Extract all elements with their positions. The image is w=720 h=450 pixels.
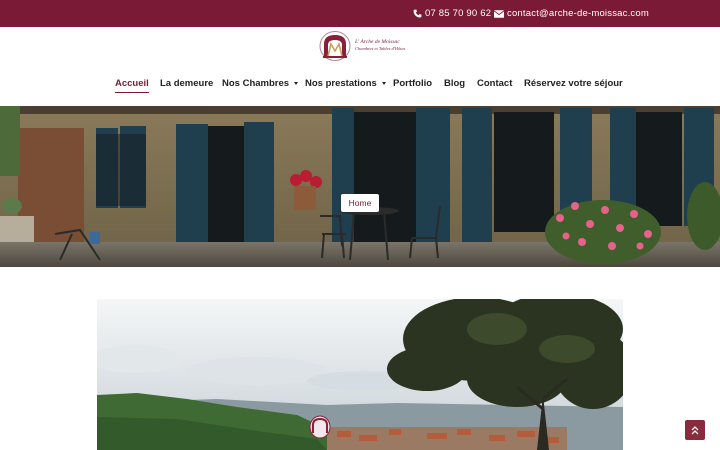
nav-item-label: Contact	[477, 77, 513, 89]
nav-item-contact[interactable]: Contact	[477, 73, 512, 93]
caret-down-icon	[294, 82, 299, 85]
hero-banner	[0, 106, 720, 267]
nav-item-label: La demeure	[160, 77, 214, 89]
landscape-photo	[97, 299, 623, 450]
nav-item-label: Portfolio	[393, 77, 433, 89]
nav-item-label: Accueil	[115, 77, 149, 89]
content-photo	[97, 299, 623, 450]
nav-item-reservez[interactable]: Réservez votre séjour	[524, 73, 623, 93]
nav-item-label: Nos Chambres	[222, 77, 290, 89]
email-contact[interactable]: contact@arche-de-moissac.com	[494, 0, 649, 27]
double-chevron-up-icon	[691, 425, 699, 434]
nav-item-la-demeure[interactable]: La demeure	[160, 73, 213, 93]
breadcrumb-home[interactable]: Home	[341, 194, 379, 212]
site-logo[interactable]: L' Arche de Moissac Chambres et Tables d…	[318, 29, 410, 63]
nav-item-accueil[interactable]: Accueil	[115, 73, 149, 93]
nav-item-portfolio[interactable]: Portfolio	[393, 73, 432, 93]
phone-number[interactable]: 07 85 70 90 62	[425, 8, 491, 19]
logo-title: L' Arche de Moissac	[355, 38, 400, 45]
phone-icon	[412, 9, 422, 19]
nav-item-label: Blog	[444, 77, 466, 89]
nav-item-label: Réservez votre séjour	[524, 77, 623, 89]
envelope-icon	[494, 9, 504, 19]
terrace-photo	[0, 106, 720, 267]
email-address[interactable]: contact@arche-de-moissac.com	[507, 8, 649, 19]
logo-wordmark: L' Arche de Moissac Chambres et Tables d…	[355, 38, 406, 53]
nav-item-nos-chambres[interactable]: Nos Chambres	[222, 73, 299, 93]
caret-down-icon	[381, 82, 386, 85]
main-navigation: Accueil La demeure Nos Chambres Nos pres…	[0, 73, 720, 93]
site-header: L' Arche de Moissac Chambres et Tables d…	[0, 27, 720, 106]
nav-item-blog[interactable]: Blog	[444, 73, 465, 93]
phone-contact[interactable]: 07 85 70 90 62	[412, 0, 491, 27]
top-contact-bar: 07 85 70 90 62 contact@arche-de-moissac.…	[0, 0, 720, 27]
scroll-to-top-button[interactable]	[685, 420, 705, 440]
nav-item-label: Nos prestations	[305, 77, 377, 89]
logo-subtitle: Chambres et Tables d'Hôtes	[355, 46, 406, 51]
arch-logo-icon	[319, 31, 351, 61]
nav-item-nos-prestations[interactable]: Nos prestations	[305, 73, 386, 93]
